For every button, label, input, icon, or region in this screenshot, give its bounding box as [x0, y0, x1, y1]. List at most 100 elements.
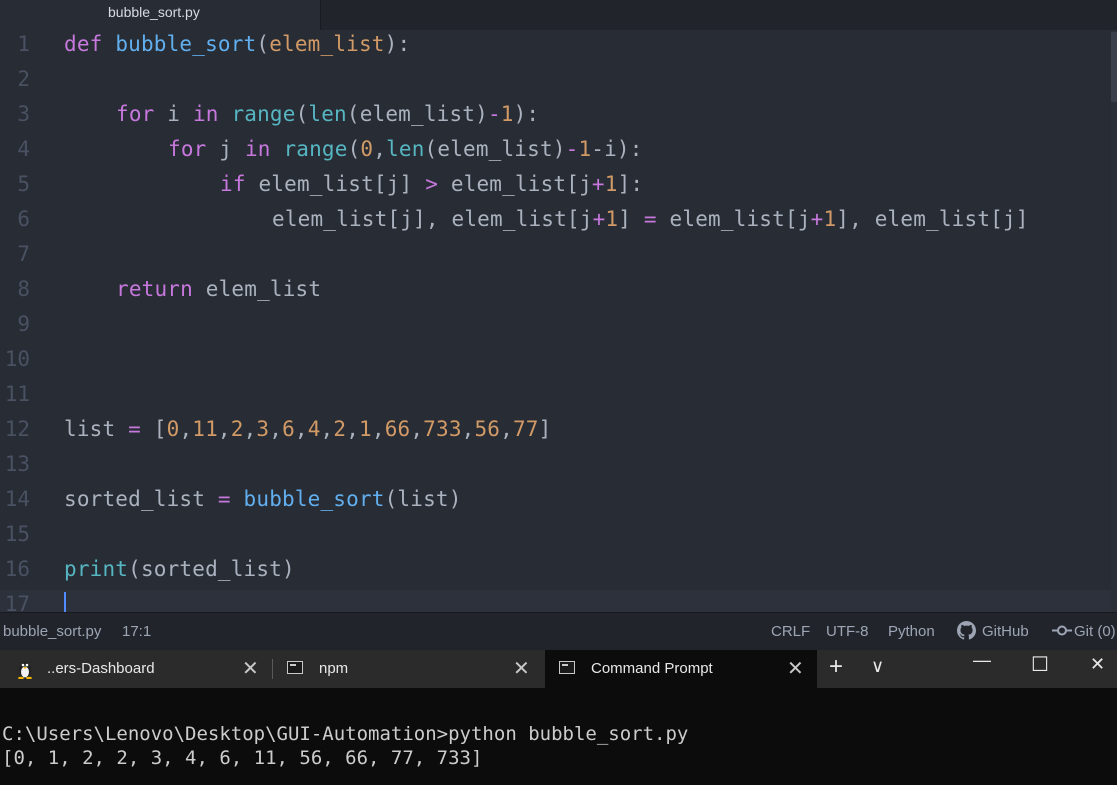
- code-token: (: [295, 102, 309, 126]
- code-token: +: [810, 207, 824, 231]
- code-text: print(sorted_list): [64, 555, 295, 583]
- code-token: elem_list: [269, 32, 385, 56]
- code-line[interactable]: 8 return elem_list: [0, 275, 1117, 310]
- status-cursor-position[interactable]: 17:1: [122, 623, 151, 640]
- code-token: -: [565, 137, 579, 161]
- code-token: 1: [604, 172, 618, 196]
- status-git[interactable]: Git (0): [1074, 623, 1116, 640]
- code-token: ]:: [617, 172, 644, 196]
- git-commit-icon[interactable]: [1052, 621, 1072, 644]
- code-line[interactable]: 16 print(sorted_list): [0, 555, 1117, 590]
- terminal-tab-label: npm: [319, 660, 349, 677]
- line-number: 15: [4, 522, 30, 546]
- code-token: =: [128, 417, 141, 441]
- minimize-button[interactable]: —: [973, 650, 991, 671]
- code-token: in: [192, 102, 219, 126]
- code-line[interactable]: 4 for j in range(0,len(elem_list)-1-i):: [0, 135, 1117, 170]
- code-line[interactable]: 17: [0, 590, 1117, 612]
- code-line[interactable]: 9: [0, 310, 1117, 345]
- code-token: for: [116, 102, 155, 126]
- maximize-button[interactable]: ☐: [1031, 652, 1049, 677]
- code-line[interactable]: 5 if elem_list[j] > elem_list[j+1]:: [0, 170, 1117, 205]
- code-text: sorted_list = bubble_sort(list): [64, 485, 462, 513]
- code-line[interactable]: 13: [0, 450, 1117, 485]
- code-token: ,: [217, 417, 231, 441]
- code-token: ,: [461, 417, 475, 441]
- chevron-down-icon[interactable]: ∨: [871, 656, 884, 677]
- code-token: 6: [282, 417, 295, 441]
- line-number: 14: [4, 487, 30, 511]
- close-window-button[interactable]: ✕: [1090, 654, 1105, 675]
- tab-close-icon[interactable]: ✕: [513, 656, 530, 681]
- line-number: 11: [4, 382, 30, 406]
- code-token: 4: [307, 417, 321, 441]
- terminal-command-line: C:\Users\Lenovo\Desktop\GUI-Automation>p…: [2, 723, 689, 745]
- code-editor[interactable]: 1 def bubble_sort(elem_list): 2 3 for i in r…: [0, 30, 1117, 612]
- code-token: +: [592, 207, 606, 231]
- code-token: 0: [166, 417, 180, 441]
- terminal-tab-command-prompt[interactable]: Command Prompt ✕: [545, 650, 817, 688]
- code-token: ):: [513, 102, 540, 126]
- code-token: elem_list[j]: [245, 172, 426, 196]
- code-token: for: [168, 137, 207, 161]
- status-file-name[interactable]: bubble_sort.py: [3, 623, 101, 640]
- code-token: ,: [243, 417, 257, 441]
- code-line[interactable]: 7: [0, 240, 1117, 275]
- line-number: 1: [17, 32, 30, 56]
- code-token: 0: [360, 137, 374, 161]
- code-line[interactable]: 10: [0, 345, 1117, 380]
- code-token: (list): [384, 487, 462, 511]
- status-line-ending[interactable]: CRLF: [771, 623, 810, 640]
- line-number: 10: [4, 347, 30, 371]
- terminal-tab-dashboard[interactable]: ..ers-Dashboard ✕: [0, 650, 272, 688]
- code-token: -: [487, 102, 501, 126]
- code-line[interactable]: 6 elem_list[j], elem_list[j+1] = elem_lis…: [0, 205, 1117, 240]
- tab-close-icon[interactable]: ✕: [242, 656, 259, 681]
- code-token: ,: [410, 417, 424, 441]
- code-token: range: [283, 137, 348, 161]
- code-token: 56: [474, 417, 501, 441]
- terminal-tab-npm[interactable]: npm ✕: [273, 650, 543, 688]
- code-token: def: [64, 32, 103, 56]
- code-line[interactable]: 1 def bubble_sort(elem_list):: [0, 30, 1117, 65]
- code-token: elem_list[j: [656, 207, 811, 231]
- code-token: len: [308, 102, 347, 126]
- editor-scrollbar[interactable]: [1111, 30, 1117, 612]
- code-token: print: [64, 557, 129, 581]
- code-text: return elem_list: [116, 275, 321, 303]
- editor-tab-bubble-sort[interactable]: bubble_sort.py: [0, 0, 321, 30]
- code-token: sorted_list: [64, 487, 218, 511]
- cmd-icon: [287, 661, 303, 674]
- code-token: elem_list: [192, 277, 322, 301]
- terminal-output[interactable]: C:\Users\Lenovo\Desktop\GUI-Automation>p…: [0, 688, 1117, 785]
- code-token: (elem_list): [424, 137, 566, 161]
- code-token: [: [140, 417, 167, 441]
- github-icon[interactable]: [957, 621, 976, 644]
- code-token: bubble_sort: [243, 487, 385, 511]
- code-token: ,: [500, 417, 513, 441]
- status-encoding[interactable]: UTF-8: [826, 623, 869, 640]
- status-grammar[interactable]: Python: [888, 623, 935, 640]
- code-line[interactable]: 3 for i in range(len(elem_list)-1):: [0, 100, 1117, 135]
- new-tab-button[interactable]: +: [829, 653, 843, 681]
- code-line[interactable]: 12 list = [0,11,2,3,6,4,2,1,66,733,56,77]: [0, 415, 1117, 450]
- code-token: len: [386, 137, 425, 161]
- code-token: 3: [256, 417, 270, 441]
- code-line[interactable]: 11: [0, 380, 1117, 415]
- editor-scrollbar-thumb[interactable]: [1111, 32, 1117, 102]
- status-github[interactable]: GitHub: [982, 623, 1029, 640]
- code-token: =: [217, 487, 231, 511]
- code-line[interactable]: 2: [0, 65, 1117, 100]
- line-number: 4: [17, 137, 30, 161]
- code-line[interactable]: 14 sorted_list = bubble_sort(list): [0, 485, 1117, 520]
- code-line[interactable]: 15: [0, 520, 1117, 555]
- linux-penguin-icon: [18, 662, 32, 679]
- code-text: def bubble_sort(elem_list):: [64, 30, 410, 58]
- code-token: elem_list[j: [438, 172, 592, 196]
- code-token: (sorted_list): [128, 557, 295, 581]
- code-token: ,: [320, 417, 334, 441]
- tab-close-icon[interactable]: ✕: [787, 656, 804, 681]
